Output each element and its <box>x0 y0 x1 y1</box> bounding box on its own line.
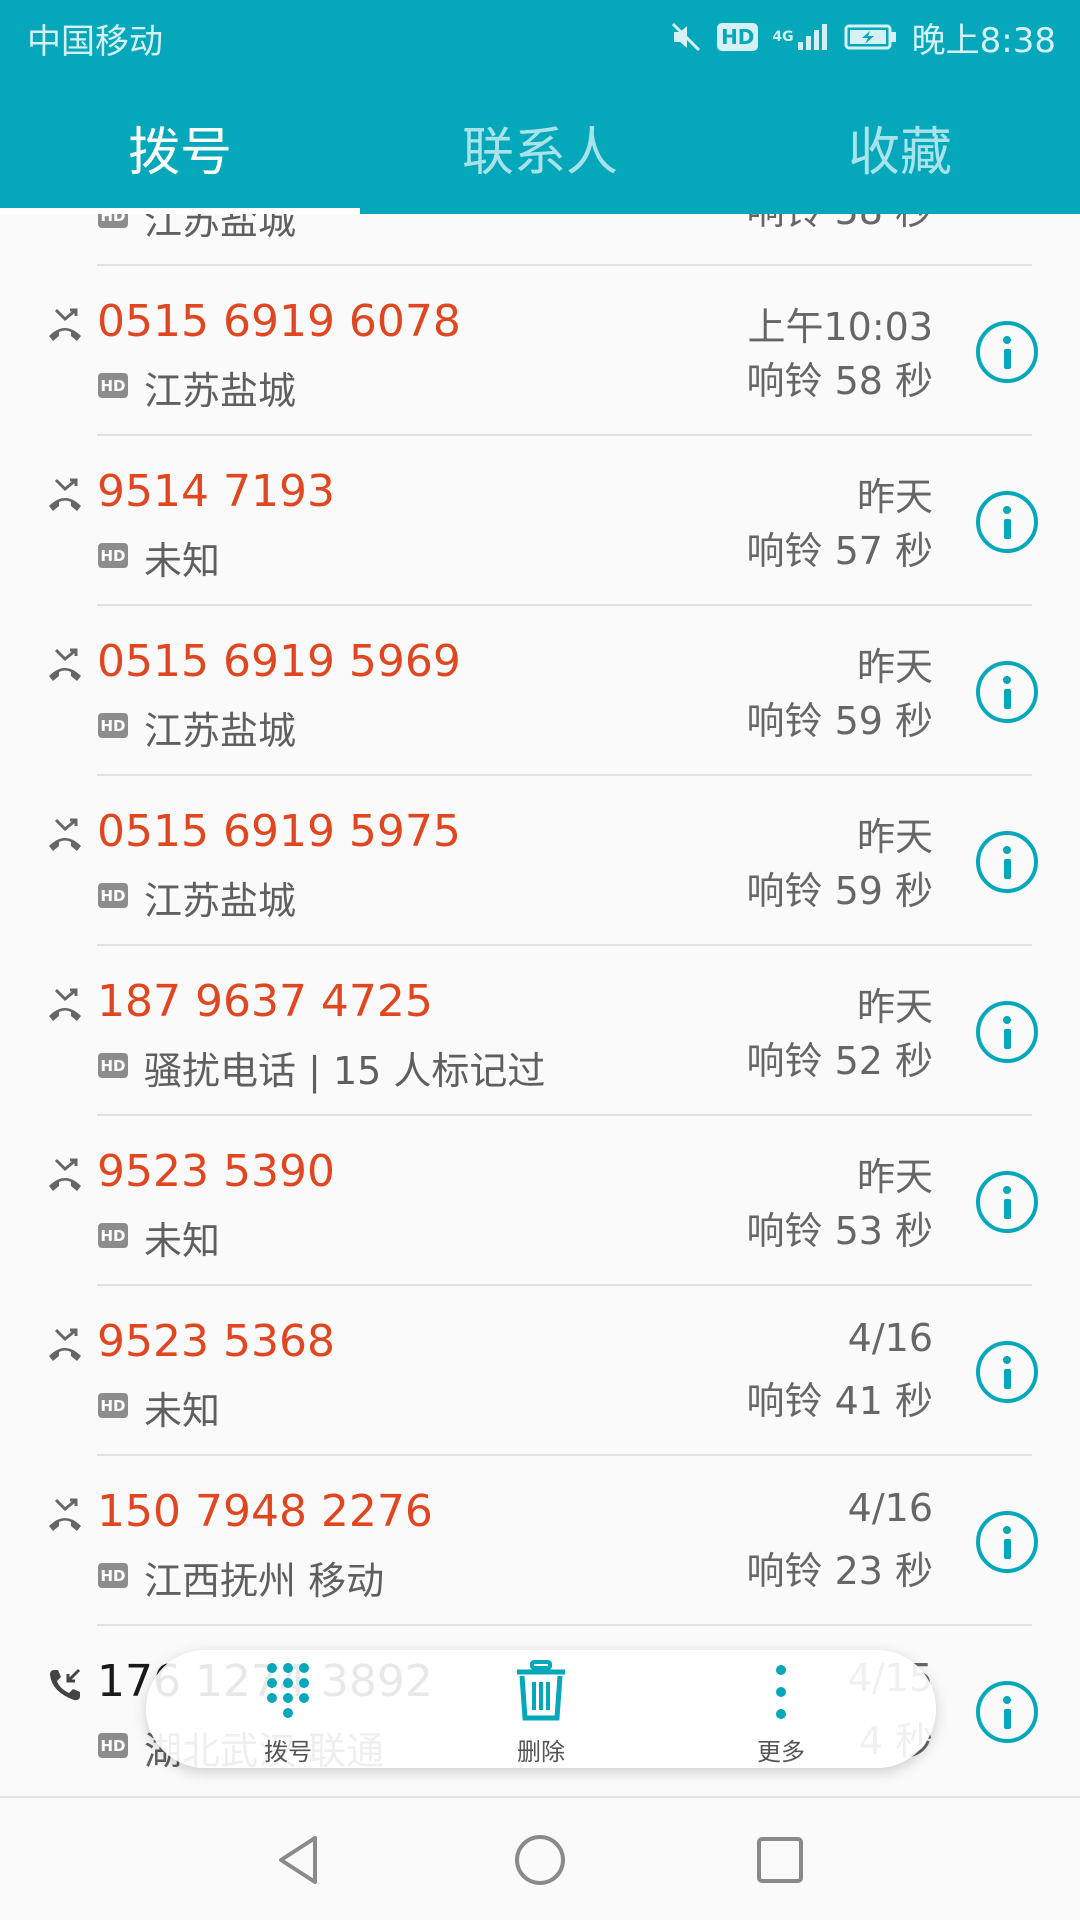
info-icon[interactable] <box>976 1001 1038 1063</box>
phone-number: 9514 7193 <box>97 466 335 517</box>
call-log-row[interactable]: 0515 6919 6078 HD 江苏盐城 上午10:03 响铃 58 秒 <box>0 266 1080 436</box>
call-duration: 响铃 41 秒 <box>746 1379 933 1423</box>
battery-icon <box>844 23 898 51</box>
phone-number: 0515 6919 5969 <box>97 636 461 687</box>
call-duration: 响铃 59 秒 <box>746 869 933 913</box>
call-location: 未知 <box>144 1389 221 1433</box>
hd-icon: HD <box>98 543 128 568</box>
more-label: 更多 <box>757 1738 805 1766</box>
dialpad-icon <box>263 1650 313 1722</box>
call-time: 昨天 <box>856 1155 933 1199</box>
info-icon[interactable] <box>976 491 1038 553</box>
phone-number: 187 9637 4725 <box>97 976 433 1027</box>
incoming-call-icon <box>50 1668 81 1701</box>
home-icon[interactable] <box>508 1828 572 1892</box>
call-time: 昨天 <box>856 645 933 689</box>
info-icon[interactable] <box>976 1681 1038 1743</box>
call-log-row[interactable]: 9514 7193 HD 未知 昨天 响铃 57 秒 <box>0 436 1080 606</box>
tab-favorites[interactable]: 收藏 <box>720 80 1080 214</box>
dial-label: 拨号 <box>264 1738 312 1766</box>
call-log-row[interactable]: 9523 5368 HD 未知 4/16 响铃 41 秒 <box>0 1286 1080 1456</box>
phone-number: 9523 5390 <box>97 1146 335 1197</box>
delete-label: 删除 <box>517 1738 565 1766</box>
call-location: 未知 <box>144 1219 221 1263</box>
trash-icon <box>514 1650 568 1722</box>
missed-call-icon <box>49 1158 81 1191</box>
call-duration: 响铃 52 秒 <box>746 1039 933 1083</box>
tab-dialer[interactable]: 拨号 <box>0 80 360 214</box>
recents-icon[interactable] <box>748 1828 812 1892</box>
hd-icon: HD <box>98 1393 128 1418</box>
hd-icon: HD <box>98 883 128 908</box>
tab-contacts[interactable]: 联系人 <box>360 80 720 214</box>
tab-bar: 拨号 联系人 收藏 <box>0 80 1080 214</box>
info-icon[interactable] <box>976 321 1038 383</box>
bottom-action-bar: 拨号 删除 更多 <box>146 1650 936 1768</box>
call-location: 骚扰电话 | 15 人标记过 <box>144 1049 546 1093</box>
app-header: 中国移动 HD 4G 晚上8:38 拨号 联系人 收藏 <box>0 0 1080 214</box>
hd-icon: HD <box>98 373 128 398</box>
call-log-row[interactable]: 150 7948 2276 HD 江西抚州 移动 4/16 响铃 23 秒 <box>0 1456 1080 1626</box>
missed-call-icon <box>49 648 81 681</box>
call-location: 江苏盐城 <box>144 369 297 413</box>
call-location: 未知 <box>144 539 221 583</box>
phone-screen: HD 江苏盐城 响铃 58 秒 0515 6919 6078 HD 江苏盐城 上… <box>0 0 1080 1920</box>
missed-call-icon <box>49 818 81 851</box>
call-time: 昨天 <box>856 985 933 1029</box>
hd-icon: HD <box>98 1053 128 1078</box>
missed-call-icon <box>49 308 81 341</box>
info-icon[interactable] <box>976 661 1038 723</box>
carrier-name: 中国移动 <box>27 22 163 62</box>
hd-icon: HD <box>98 1563 128 1588</box>
call-location: 江苏盐城 <box>144 709 297 753</box>
call-log-row[interactable]: 9523 5390 HD 未知 昨天 响铃 53 秒 <box>0 1116 1080 1286</box>
missed-call-icon <box>49 478 81 511</box>
info-icon[interactable] <box>976 1511 1038 1573</box>
call-location: 江苏盐城 <box>144 879 297 923</box>
call-duration: 响铃 59 秒 <box>746 699 933 743</box>
status-bar: 中国移动 HD 4G 晚上8:38 <box>0 0 1080 76</box>
missed-call-icon <box>49 1498 81 1531</box>
clock: 晚上8:38 <box>911 20 1056 61</box>
hd-voice-icon: HD <box>717 23 759 51</box>
dial-button[interactable]: 拨号 <box>208 1650 368 1768</box>
signal-icon: 4G <box>772 22 829 52</box>
call-time: 昨天 <box>856 815 933 859</box>
more-button[interactable]: 更多 <box>701 1650 861 1768</box>
phone-number: 0515 6919 5975 <box>97 806 461 857</box>
call-time: 4/16 <box>847 1486 933 1530</box>
status-icons: HD 4G 晚上8:38 <box>655 12 1056 62</box>
phone-number: 150 7948 2276 <box>97 1486 433 1537</box>
call-time: 上午10:03 <box>747 305 933 349</box>
hd-icon: HD <box>98 1733 128 1758</box>
call-duration: 响铃 57 秒 <box>746 529 933 573</box>
active-tab-indicator <box>0 208 360 214</box>
more-vertical-icon <box>771 1650 791 1722</box>
call-duration: 响铃 23 秒 <box>746 1549 933 1593</box>
call-duration: 响铃 53 秒 <box>746 1209 933 1253</box>
phone-number: 0515 6919 6078 <box>97 296 461 347</box>
phone-number: 9523 5368 <box>97 1316 335 1367</box>
call-time: 昨天 <box>856 475 933 519</box>
missed-call-icon <box>49 988 81 1021</box>
missed-call-icon <box>49 1328 81 1361</box>
info-icon[interactable] <box>976 1171 1038 1233</box>
call-log-row[interactable]: 0515 6919 5975 HD 江苏盐城 昨天 响铃 59 秒 <box>0 776 1080 946</box>
network-type: 4G <box>772 29 794 45</box>
call-log-row[interactable]: 187 9637 4725 HD 骚扰电话 | 15 人标记过 昨天 响铃 52… <box>0 946 1080 1116</box>
hd-icon: HD <box>98 713 128 738</box>
hd-icon: HD <box>98 1223 128 1248</box>
delete-button[interactable]: 删除 <box>461 1650 621 1768</box>
call-log-row[interactable]: 0515 6919 5969 HD 江苏盐城 昨天 响铃 59 秒 <box>0 606 1080 776</box>
mute-icon <box>669 20 703 54</box>
call-location: 江西抚州 移动 <box>144 1559 385 1603</box>
info-icon[interactable] <box>976 1341 1038 1403</box>
info-icon[interactable] <box>976 831 1038 893</box>
system-nav-bar <box>0 1796 1080 1920</box>
back-icon[interactable] <box>267 1828 331 1892</box>
call-time: 4/16 <box>847 1316 933 1360</box>
call-duration: 响铃 58 秒 <box>746 359 933 403</box>
